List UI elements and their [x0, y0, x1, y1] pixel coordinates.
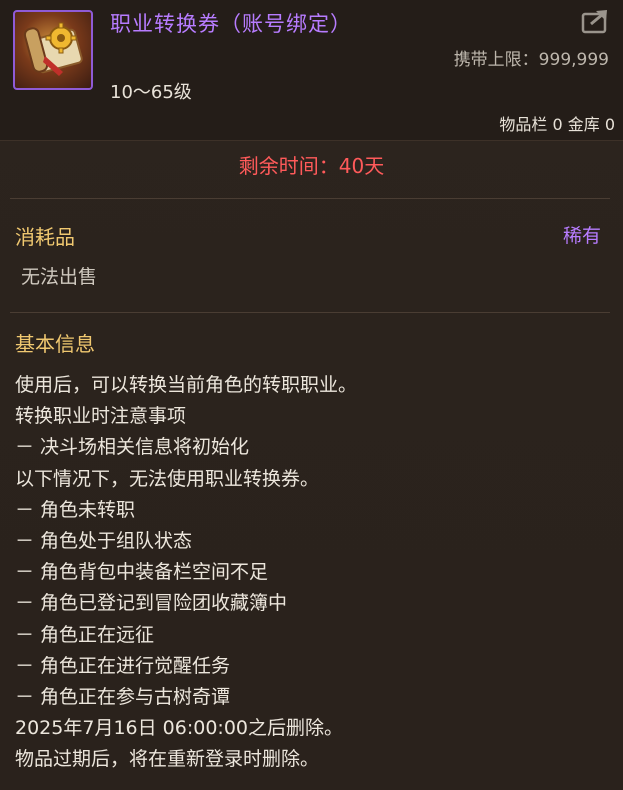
share-export-icon[interactable] — [581, 8, 611, 34]
description-line: － 角色处于组队状态 — [15, 530, 193, 553]
trade-status: 无法出售 — [21, 266, 98, 288]
description-line: － 角色正在进行觉醒任务 — [15, 654, 231, 677]
divider — [10, 312, 610, 313]
item-description: 使用后，可以转换当前角色的转职职业。 转换职业时注意事项 － 决斗场相关信息将初… — [15, 370, 615, 776]
item-title: 职业转换券（账号绑定） — [110, 12, 352, 36]
divider — [10, 198, 610, 199]
description-line: 物品过期后，将在重新登录时删除。 — [15, 748, 320, 771]
section-title: 基本信息 — [15, 332, 95, 356]
description-line: － 角色正在参与古树奇谭 — [15, 686, 231, 709]
remaining-time: 剩余时间：40天 — [238, 154, 385, 178]
description-line: － 角色背包中装备栏空间不足 — [15, 561, 269, 584]
description-line: － 角色未转职 — [15, 498, 136, 521]
item-rarity: 稀有 — [562, 225, 601, 247]
carry-limit: 携带上限：999,999 — [453, 50, 609, 70]
description-line: － 角色正在远征 — [15, 623, 155, 646]
tooltip-header: 职业转换券（账号绑定） 携带上限：999,999 10～65级 物品栏 0 金库… — [0, 0, 623, 141]
description-line: 2025年7月16日 06:00:00之后删除。 — [15, 717, 343, 740]
level-range: 10～65级 — [110, 82, 192, 103]
item-tooltip: 职业转换券（账号绑定） 携带上限：999,999 10～65级 物品栏 0 金库… — [0, 0, 623, 790]
description-line: － 角色已登记到冒险团收藏簿中 — [15, 592, 288, 615]
description-line: 使用后，可以转换当前角色的转职职业。 — [15, 374, 358, 396]
description-line: 以下情况下，无法使用职业转换券。 — [15, 467, 320, 490]
storage-count: 物品栏 0 金库 0 — [499, 115, 615, 134]
item-category: 消耗品 — [15, 225, 75, 249]
description-line: 转换职业时注意事项 — [15, 405, 187, 428]
scroll-with-gear-icon — [13, 10, 93, 90]
description-line: － 决斗场相关信息将初始化 — [15, 436, 250, 459]
